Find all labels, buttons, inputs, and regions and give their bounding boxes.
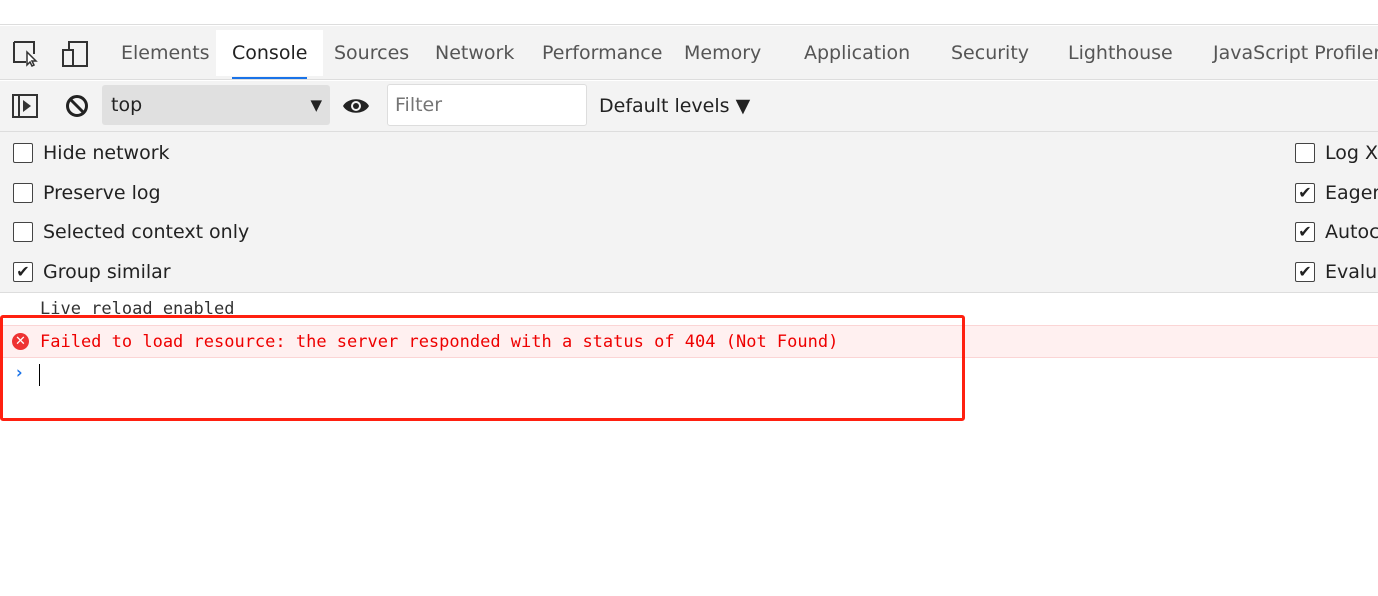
- dropdown-arrow-icon: ▼: [310, 96, 322, 114]
- checkbox[interactable]: ✔: [1295, 182, 1315, 203]
- checkbox[interactable]: [1295, 143, 1315, 163]
- tab-sources[interactable]: Sources: [318, 30, 425, 76]
- setting-log-xm[interactable]: Log XM: [1295, 142, 1378, 164]
- setting-group-similar[interactable]: ✔ Group similar: [13, 261, 171, 283]
- setting-label: Evalua: [1325, 260, 1378, 283]
- devtools-tabbar: Elements Console Sources Network Perform…: [0, 26, 1378, 80]
- window-top: [0, 0, 1378, 25]
- setting-label: Hide network: [43, 142, 170, 164]
- setting-label: Selected context only: [43, 221, 250, 243]
- setting-preserve-log[interactable]: Preserve log: [13, 182, 161, 204]
- setting-hide-network[interactable]: Hide network: [13, 142, 170, 164]
- checkbox[interactable]: ✔: [13, 261, 33, 282]
- setting-evalua[interactable]: ✔ Evalua: [1295, 261, 1378, 283]
- filter-input[interactable]: [387, 84, 587, 126]
- device-toolbar-icon[interactable]: [61, 40, 89, 68]
- clear-console-icon[interactable]: [65, 94, 89, 118]
- inspect-element-icon[interactable]: [12, 40, 40, 68]
- console-toolbar: top ▼ Default levels ▼: [0, 81, 1378, 132]
- tab-network[interactable]: Network: [419, 30, 530, 76]
- checkbox[interactable]: [13, 182, 33, 203]
- setting-label: Group similar: [43, 260, 171, 283]
- tab-javascript-profiler[interactable]: JavaScript Profiler: [1197, 30, 1378, 76]
- setting-label: Log XM: [1325, 142, 1378, 164]
- setting-selected-context-only[interactable]: Selected context only: [13, 221, 249, 243]
- setting-eager[interactable]: ✔ Eager: [1295, 182, 1378, 204]
- setting-label: Preserve log: [43, 181, 161, 204]
- setting-autoco[interactable]: ✔ Autoco: [1295, 221, 1378, 243]
- sidebar-toggle-icon[interactable]: [12, 94, 38, 118]
- checkbox[interactable]: [13, 222, 33, 242]
- tab-elements[interactable]: Elements: [105, 30, 226, 76]
- setting-label: Eager: [1325, 181, 1378, 204]
- setting-label: Autoco: [1325, 221, 1378, 243]
- context-selector[interactable]: top ▼: [102, 85, 330, 125]
- checkbox[interactable]: [13, 143, 33, 163]
- console-settings: Hide network Preserve log Selected context…: [0, 132, 1378, 293]
- eye-icon[interactable]: [342, 96, 370, 116]
- tab-application[interactable]: Application: [788, 30, 926, 76]
- highlight-box: [0, 315, 965, 421]
- tab-memory[interactable]: Memory: [668, 30, 777, 76]
- tab-performance[interactable]: Performance: [526, 30, 678, 76]
- context-value: top: [111, 94, 143, 116]
- checkbox[interactable]: ✔: [1295, 261, 1315, 282]
- log-levels-dropdown[interactable]: Default levels ▼: [599, 81, 750, 131]
- tab-lighthouse[interactable]: Lighthouse: [1052, 30, 1189, 76]
- tab-security[interactable]: Security: [935, 30, 1045, 76]
- checkbox[interactable]: ✔: [1295, 222, 1315, 242]
- tab-console[interactable]: Console: [216, 30, 324, 79]
